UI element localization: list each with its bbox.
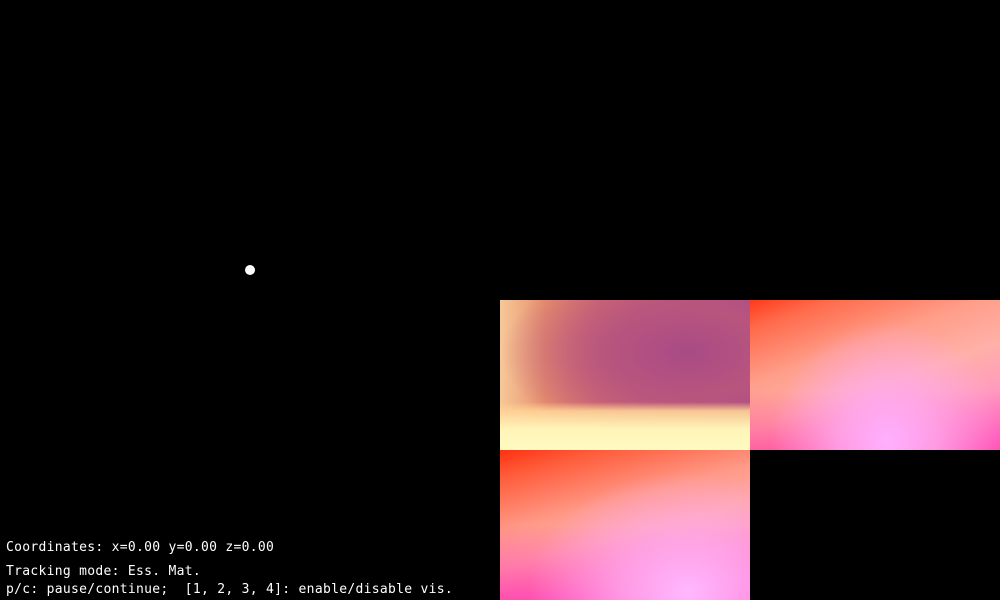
flow-visualization-panel-b: [500, 450, 750, 600]
coordinates-readout: Coordinates: x=0.00 y=0.00 z=0.00: [6, 540, 275, 555]
depth-visualization-panel: [500, 300, 750, 450]
camera-position-marker: [245, 265, 255, 275]
flow-visualization-panel-a: [750, 300, 1000, 450]
visual-odometry-window: Coordinates: x=0.00 y=0.00 z=0.00 Tracki…: [0, 0, 1000, 600]
tracking-mode-label: Tracking mode: Ess. Mat.: [6, 564, 202, 579]
trajectory-view: [0, 0, 500, 600]
empty-visualization-panel: [750, 450, 1000, 600]
keyboard-help-text: p/c: pause/continue; [1, 2, 3, 4]: enabl…: [6, 582, 453, 597]
